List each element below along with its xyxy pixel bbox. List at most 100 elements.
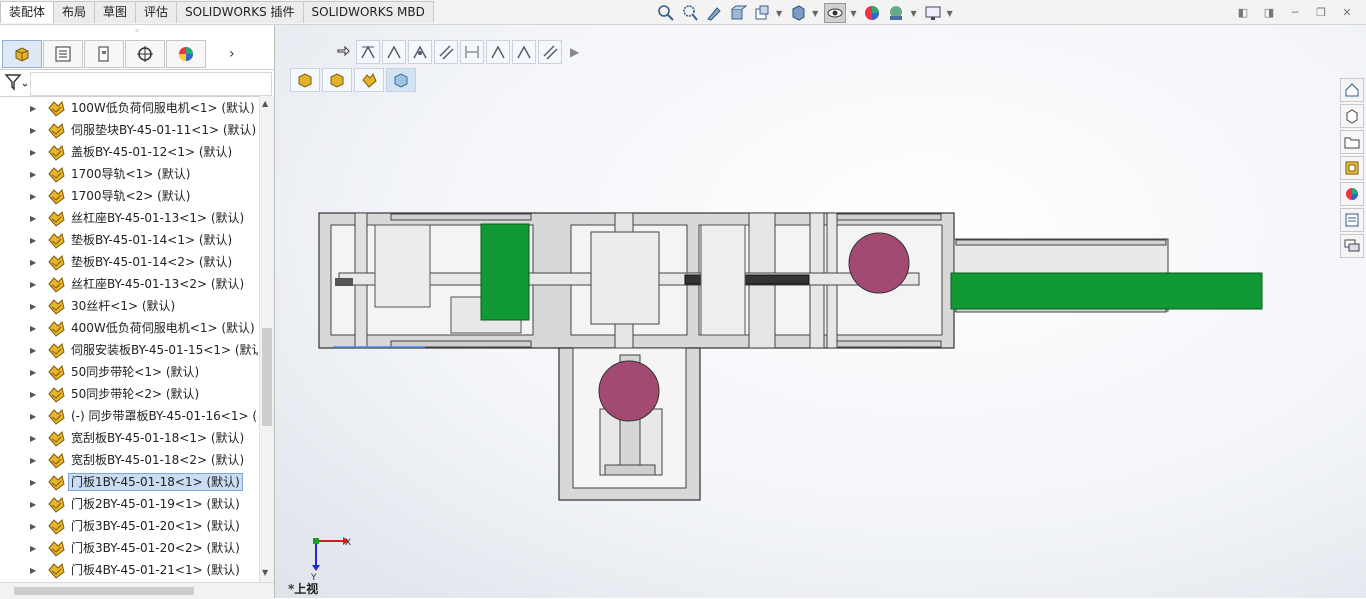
pane-grip[interactable]: ◦ (0, 25, 274, 39)
expand-arrow-icon[interactable]: ▶ (30, 434, 36, 443)
home-icon[interactable] (1340, 78, 1364, 102)
tab-solidworks-addins[interactable]: SOLIDWORKS 插件 (176, 1, 304, 23)
tree-item[interactable]: ▶ 宽刮板BY-45-01-18<2> (默认) (0, 449, 258, 471)
tab-layout[interactable]: 布局 (53, 1, 96, 23)
configuration-manager-tab[interactable] (84, 40, 124, 68)
tree-item[interactable]: ▶ 盖板BY-45-01-12<1> (默认) (0, 141, 258, 163)
tree-item[interactable]: ▶ 垫板BY-45-01-14<2> (默认) (0, 251, 258, 273)
property-manager-tab[interactable] (43, 40, 83, 68)
expand-arrow-icon[interactable]: ▶ (30, 478, 36, 487)
view-orientation-icon[interactable] (752, 4, 772, 22)
expand-arrow-icon[interactable]: ▶ (30, 302, 36, 311)
magenta-disc[interactable] (598, 360, 660, 422)
feature-manager-tab[interactable] (2, 40, 42, 68)
view-palette-icon[interactable] (1340, 156, 1364, 180)
scroll-thumb[interactable] (14, 587, 194, 595)
expand-arrow-icon[interactable]: ▶ (30, 566, 36, 575)
view-settings-icon[interactable] (923, 4, 943, 22)
tree-item[interactable]: ▶ 宽刮板BY-45-01-18<1> (默认) (0, 427, 258, 449)
chevron-down-icon[interactable]: ▼ (850, 9, 856, 18)
expand-arrow-icon[interactable]: ▶ (30, 544, 36, 553)
scroll-up-icon[interactable]: ▲ (262, 99, 268, 108)
custom-properties-icon[interactable] (1340, 208, 1364, 232)
panel-left-icon[interactable]: ◧ (1232, 4, 1254, 20)
component-icon (46, 121, 66, 139)
chevron-down-icon[interactable]: ▼ (776, 9, 782, 18)
chevron-right-icon[interactable]: › (229, 46, 235, 62)
tree-item[interactable]: ▶ 1700导轨<2> (默认) (0, 185, 258, 207)
tree-item[interactable]: ▶ (-) 同步带罩板BY-45-01-16<1> (黑 (0, 405, 258, 427)
tree-horizontal-scrollbar[interactable] (0, 582, 274, 599)
display-style-icon[interactable] (788, 4, 808, 22)
chevron-down-icon[interactable]: ▼ (910, 9, 916, 18)
tree-item[interactable]: ▶ 门板3BY-45-01-20<2> (默认) (0, 537, 258, 559)
display-manager-tab[interactable] (166, 40, 206, 68)
scroll-down-icon[interactable]: ▼ (262, 568, 268, 577)
file-explorer-icon[interactable] (1340, 130, 1364, 154)
design-library-icon[interactable] (1340, 104, 1364, 128)
restore-icon[interactable]: ❐ (1310, 4, 1332, 20)
dimxpert-manager-tab[interactable] (125, 40, 165, 68)
expand-arrow-icon[interactable]: ▶ (30, 324, 36, 333)
tab-solidworks-mbd[interactable]: SOLIDWORKS MBD (302, 1, 434, 23)
tree-item[interactable]: ▶ 50同步带轮<1> (默认) (0, 361, 258, 383)
component-icon (46, 473, 66, 491)
expand-arrow-icon[interactable]: ▶ (30, 258, 36, 267)
tree-item[interactable]: ▶ 伺服垫块BY-45-01-11<1> (默认) (0, 119, 258, 141)
conveyor-belt[interactable] (950, 238, 1263, 313)
magenta-disc[interactable] (848, 232, 910, 294)
section-view-icon[interactable] (728, 4, 748, 22)
tree-item[interactable]: ▶ 丝杠座BY-45-01-13<2> (默认) (0, 273, 258, 295)
previous-view-icon[interactable] (704, 4, 724, 22)
hide-show-items-icon[interactable] (824, 3, 847, 23)
tree-item[interactable]: ▶ 丝杠座BY-45-01-13<1> (默认) (0, 207, 258, 229)
tree-item[interactable]: ▶ 30丝杆<1> (默认) (0, 295, 258, 317)
tree-item[interactable]: ▶ 门板1BY-45-01-18<1> (默认) (0, 471, 258, 493)
expand-arrow-icon[interactable]: ▶ (30, 104, 36, 113)
chevron-down-icon[interactable]: ▼ (947, 9, 953, 18)
zoom-to-fit-icon[interactable] (656, 4, 676, 22)
tree-vertical-scrollbar[interactable]: ▲ ▼ (259, 96, 274, 582)
forum-icon[interactable] (1340, 234, 1364, 258)
zoom-area-icon[interactable] (680, 4, 700, 22)
expand-arrow-icon[interactable]: ▶ (30, 346, 36, 355)
apply-scene-icon[interactable] (886, 4, 906, 22)
expand-arrow-icon[interactable]: ▶ (30, 456, 36, 465)
expand-arrow-icon[interactable]: ▶ (30, 126, 36, 135)
tree-item[interactable]: ▶ 门板2BY-45-01-19<1> (默认) (0, 493, 258, 515)
tab-sketch[interactable]: 草图 (94, 1, 137, 23)
expand-arrow-icon[interactable]: ▶ (30, 390, 36, 399)
expand-arrow-icon[interactable]: ▶ (30, 522, 36, 531)
expand-arrow-icon[interactable]: ▶ (30, 148, 36, 157)
tab-assembly[interactable]: 装配体 (0, 1, 55, 23)
tree-item[interactable]: ▶ 50同步带轮<2> (默认) (0, 383, 258, 405)
tree-item[interactable]: ▶ 伺服安装板BY-45-01-15<1> (默认 (0, 339, 258, 361)
panel-right-icon[interactable]: ◨ (1258, 4, 1280, 20)
expand-arrow-icon[interactable]: ▶ (30, 214, 36, 223)
tab-evaluate[interactable]: 评估 (135, 1, 178, 23)
appearances-icon[interactable] (1340, 182, 1364, 206)
expand-arrow-icon[interactable]: ▶ (30, 368, 36, 377)
tree-item[interactable]: ▶ 门板4BY-45-01-21<1> (默认) (0, 559, 258, 581)
expand-arrow-icon[interactable]: ▶ (30, 500, 36, 509)
close-icon[interactable]: ✕ (1336, 4, 1358, 20)
edit-appearance-icon[interactable] (862, 4, 882, 22)
expand-arrow-icon[interactable]: ▶ (30, 236, 36, 245)
minimize-icon[interactable]: ─ (1284, 4, 1306, 20)
expand-arrow-icon[interactable]: ▶ (30, 192, 36, 201)
chevron-down-icon[interactable]: ▼ (812, 9, 818, 18)
scroll-thumb[interactable] (262, 328, 272, 426)
tree-item[interactable]: ▶ 100W低负荷伺服电机<1> (默认) (0, 97, 258, 119)
tree-item[interactable]: ▶ 门板3BY-45-01-20<1> (默认) (0, 515, 258, 537)
expand-arrow-icon[interactable]: ▶ (30, 170, 36, 179)
tree-item-label: 100W低负荷伺服电机<1> (默认) (71, 101, 255, 115)
tree-item-label: 盖板BY-45-01-12<1> (默认) (71, 145, 233, 159)
filter-icon[interactable] (4, 73, 28, 94)
tree-filter-input[interactable] (30, 72, 272, 96)
green-block[interactable] (480, 223, 530, 321)
expand-arrow-icon[interactable]: ▶ (30, 412, 36, 421)
tree-item[interactable]: ▶ 400W低负荷伺服电机<1> (默认) (0, 317, 258, 339)
tree-item[interactable]: ▶ 1700导轨<1> (默认) (0, 163, 258, 185)
expand-arrow-icon[interactable]: ▶ (30, 280, 36, 289)
tree-item[interactable]: ▶ 垫板BY-45-01-14<1> (默认) (0, 229, 258, 251)
